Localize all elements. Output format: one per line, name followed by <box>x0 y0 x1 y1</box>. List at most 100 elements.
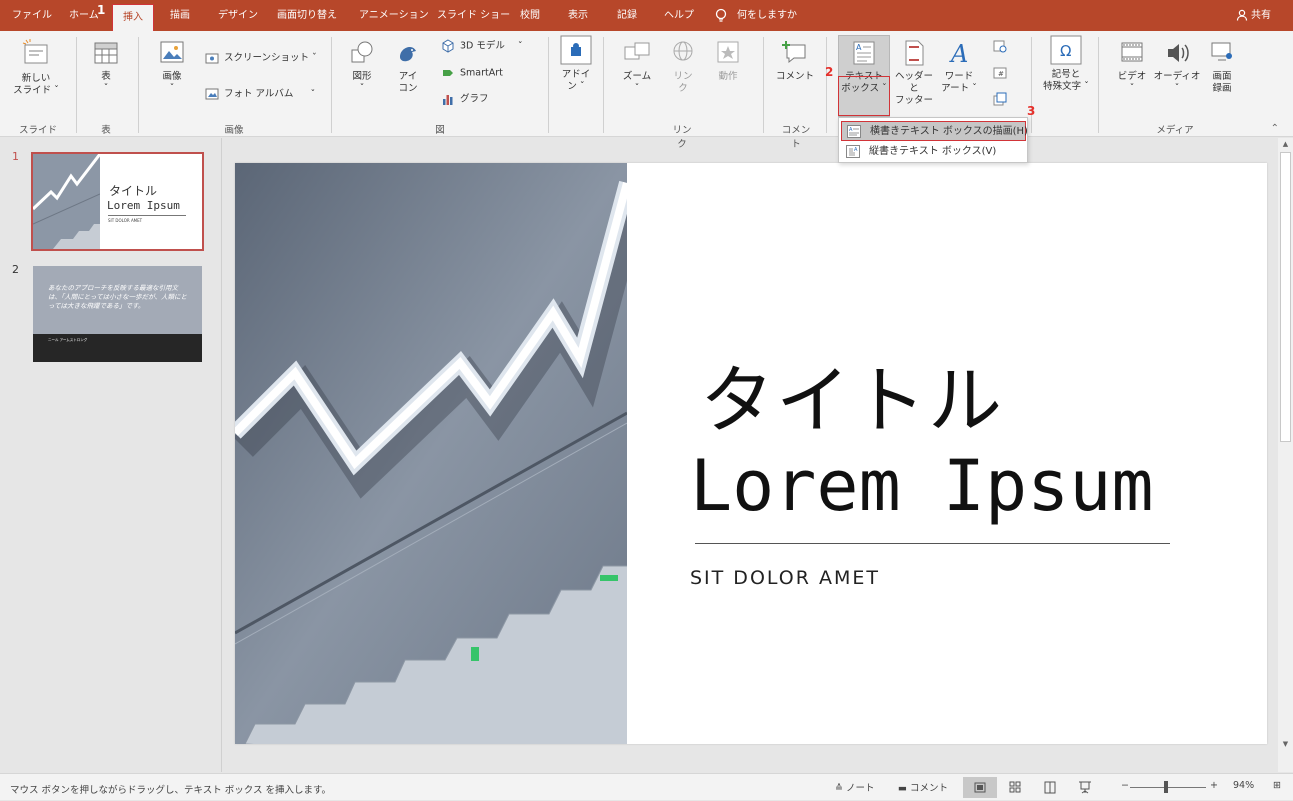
tab-recording[interactable]: 記録 <box>617 0 637 31</box>
new-slide-button[interactable]: 新しい スライド ˇ <box>10 39 62 97</box>
svg-text:A: A <box>854 147 858 153</box>
shapes-chevron: ˇ <box>359 83 365 94</box>
thumbnail-quote: あなたのアプローチを反映する最適な引用文は、「人間にとっては小さな一歩だが、人類… <box>48 284 187 310</box>
photo-album-icon <box>205 88 219 100</box>
shapes-label: 図形 <box>352 71 372 82</box>
scrollbar-thumb[interactable] <box>1280 152 1291 442</box>
screenshot-button[interactable]: スクリーンショット ˇ <box>205 51 317 66</box>
3d-models-chevron-icon: ˇ <box>517 40 523 52</box>
screen-recording-icon <box>1211 42 1232 61</box>
table-button[interactable]: 表 ˇ <box>85 39 127 95</box>
tab-home[interactable]: ホーム <box>69 0 99 31</box>
link-button[interactable]: リン ク <box>668 39 698 95</box>
tell-me-search[interactable]: 何をしますか <box>737 0 797 31</box>
object-icon[interactable] <box>993 92 1007 106</box>
thumbnail-title: タイトル <box>109 184 158 198</box>
images-chevron: ˇ <box>169 83 175 94</box>
normal-view-button[interactable] <box>963 777 997 798</box>
zoom-slider-thumb[interactable] <box>1163 781 1168 793</box>
fit-to-window-icon[interactable]: ⊞ <box>1273 780 1281 791</box>
icons-button[interactable]: アイ コン <box>390 39 426 95</box>
tab-design[interactable]: デザイン <box>218 0 258 31</box>
3d-models-button[interactable]: 3D モデル ˇ <box>441 39 523 54</box>
tab-view[interactable]: 表示 <box>568 0 588 31</box>
header-footer-button[interactable]: ヘッダーと フッター <box>893 39 935 107</box>
slide-title[interactable]: タイトル <box>700 341 1004 448</box>
annotation-step-2: 2 <box>825 65 834 79</box>
slide-canvas[interactable]: タイトル Lorem Ipsum SIT DOLOR AMET <box>235 163 1267 744</box>
slideshow-view-button[interactable] <box>1068 777 1102 798</box>
slide-number-icon[interactable]: # <box>993 66 1007 80</box>
collapse-ribbon-icon[interactable]: ⌃ <box>1271 123 1279 134</box>
tab-transitions[interactable]: 画面切り替え <box>277 0 337 31</box>
video-icon <box>1121 42 1143 62</box>
3d-models-label: 3D モデル <box>460 40 505 52</box>
video-button[interactable]: ビデオ ˇ <box>1112 39 1152 95</box>
horizontal-textbox-icon: A <box>847 125 861 138</box>
thumbnail-subtitle: Lorem Ipsum <box>107 199 180 212</box>
icons-label-1: アイ <box>398 71 418 82</box>
menu-item-vertical-textbox[interactable]: A 縦書きテキスト ボックス(V) <box>841 142 1026 162</box>
reading-view-button[interactable] <box>1033 777 1067 798</box>
reading-view-icon <box>1044 781 1056 794</box>
comments-button[interactable]: ▬ コメント <box>898 780 948 794</box>
scroll-up-arrow-icon[interactable]: ▲ <box>1278 140 1293 152</box>
tab-insert[interactable]: 挿入 <box>112 4 154 31</box>
screen-recording-label-2: 録画 <box>1212 83 1232 94</box>
slide-sorter-button[interactable] <box>998 777 1032 798</box>
horizontal-textbox-label: 横書きテキスト ボックスの描画(H) <box>870 126 1028 137</box>
slide-thumbnail-1[interactable]: タイトル Lorem Ipsum SIT DOLOR AMET <box>31 152 204 251</box>
speaker-icon <box>1168 44 1189 62</box>
tab-slideshow[interactable]: スライド ショー <box>437 0 510 31</box>
wordart-label-1: ワード <box>944 71 974 82</box>
thumbnail-tag: SIT DOLOR AMET <box>108 218 143 223</box>
table-icon <box>94 42 118 64</box>
symbols-button[interactable]: Ω 記号と 特殊文字 ˇ <box>1040 35 1092 93</box>
audio-button[interactable]: オーディオ ˇ <box>1153 39 1201 95</box>
tab-file[interactable]: ファイル <box>12 0 52 31</box>
comment-button[interactable]: コメント <box>775 39 815 83</box>
annotation-step-1: 1 <box>97 3 106 17</box>
screen-recording-button[interactable]: 画面 録画 <box>1203 39 1241 95</box>
tab-review[interactable]: 校閲 <box>520 0 540 31</box>
ribbon: 新しい スライド ˇ スライド 表 ˇ 表 画像 ˇ スクリーンショット ˇ フ… <box>0 31 1293 150</box>
tab-help[interactable]: ヘルプ <box>664 0 694 31</box>
comment-label: コメント <box>775 71 814 82</box>
chart-button[interactable]: グラフ <box>441 92 489 107</box>
date-time-icon[interactable] <box>993 39 1007 53</box>
menu-item-draw-horizontal-textbox[interactable]: A 横書きテキスト ボックスの描画(H) <box>841 121 1028 141</box>
scroll-down-arrow-icon[interactable]: ▼ <box>1278 740 1293 752</box>
svg-text:Ω: Ω <box>1060 42 1071 60</box>
share-button[interactable]: 共有 <box>1236 0 1271 31</box>
tab-draw[interactable]: 描画 <box>170 0 190 31</box>
action-button[interactable]: 動作 <box>710 39 746 83</box>
new-slide-label-2: スライド ˇ <box>13 85 59 96</box>
ribbon-separator <box>1031 37 1032 133</box>
notes-button[interactable]: ≙ ノート <box>835 780 875 794</box>
zoom-out-button[interactable]: − <box>1121 780 1129 791</box>
smartart-button[interactable]: SmartArt <box>441 66 503 81</box>
zoom-slide-icon <box>624 42 650 60</box>
wordart-button[interactable]: A ワード アート ˇ <box>938 39 980 95</box>
zoom-level[interactable]: 94% <box>1233 780 1254 791</box>
addins-button[interactable]: アドイ ン ˇ <box>556 35 596 93</box>
shapes-button[interactable]: 図形 ˇ <box>343 39 381 95</box>
images-button[interactable]: 画像 ˇ <box>150 39 194 95</box>
vertical-scrollbar[interactable]: ▲ ▼ <box>1278 138 1293 772</box>
person-icon <box>1236 9 1248 21</box>
status-bar: マウス ボタンを押しながらドラッグし、テキスト ボックス を挿入します。 ≙ ノ… <box>0 773 1293 800</box>
slide-tagline[interactable]: SIT DOLOR AMET <box>690 567 880 589</box>
globe-link-icon <box>673 41 693 61</box>
zoom-in-button[interactable]: + <box>1210 780 1218 791</box>
tab-animations[interactable]: アニメーション <box>359 0 429 31</box>
chart-label: グラフ <box>460 93 489 105</box>
chart-icon <box>443 95 453 105</box>
screenshot-label: スクリーンショット ˇ <box>224 52 317 64</box>
zoom-button[interactable]: ズーム ˇ <box>615 39 659 95</box>
slide-thumbnail-2[interactable]: あなたのアプローチを反映する最適な引用文は、「人間にとっては小さな一歩だが、人類… <box>33 266 202 362</box>
slide-subtitle[interactable]: Lorem Ipsum <box>690 445 1154 527</box>
zoom-slider[interactable] <box>1130 787 1206 788</box>
smartart-icon <box>443 70 453 76</box>
photo-album-button[interactable]: フォト アルバム ˇ <box>205 87 315 102</box>
vertical-textbox-label: 縦書きテキスト ボックス(V) <box>869 146 997 157</box>
